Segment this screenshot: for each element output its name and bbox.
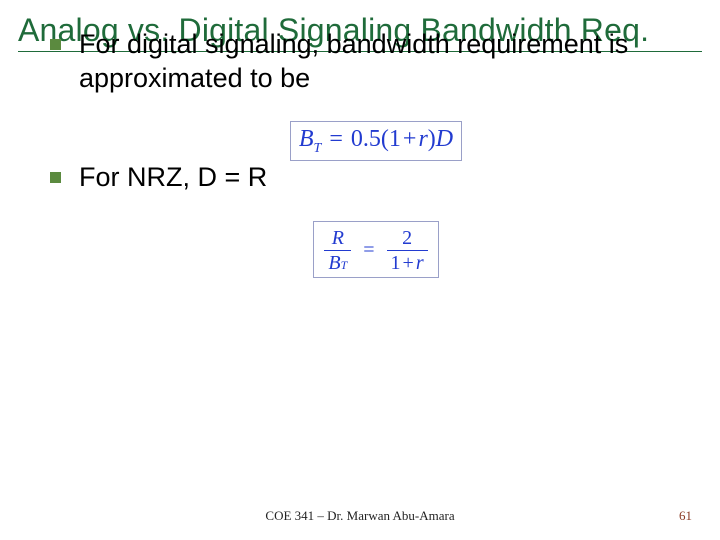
- bullet-icon: [50, 172, 61, 183]
- bullet-item: For digital signaling, bandwidth require…: [50, 28, 702, 96]
- f2-left-den-sub: T: [341, 258, 348, 272]
- f1-lhs-sub: T: [314, 141, 322, 156]
- f2-right-den-tail: r: [416, 252, 424, 274]
- page-number: 61: [679, 508, 692, 524]
- slide-footer: COE 341 – Dr. Marwan Abu-Amara: [0, 508, 720, 524]
- bullet-item: For NRZ, D = R: [50, 161, 702, 195]
- slide-content: For digital signaling, bandwidth require…: [18, 28, 702, 278]
- f1-rhs-close: ): [428, 126, 436, 152]
- fraction-left: R BT: [324, 228, 351, 273]
- f2-left-num: R: [324, 228, 351, 250]
- formula-bt: BT = 0.5(1+r)D: [290, 121, 462, 161]
- formula-block-2: R BT = 2 1+r: [50, 221, 702, 278]
- formula-ratio: R BT = 2 1+r: [313, 221, 438, 278]
- fraction-right: 2 1+r: [387, 228, 428, 273]
- plus-sign: +: [401, 252, 416, 274]
- f2-left-den: BT: [324, 250, 351, 273]
- equals-sign: =: [327, 126, 345, 152]
- f2-right-den: 1+r: [387, 250, 428, 273]
- bullet-text: For digital signaling, bandwidth require…: [79, 28, 702, 96]
- f2-right-num: 2: [387, 228, 428, 250]
- f1-rhs-mid: r: [418, 126, 427, 152]
- slide: Analog vs. Digital Signaling Bandwidth R…: [0, 0, 720, 540]
- f1-lhs-var: B: [299, 126, 314, 152]
- plus-sign: +: [401, 126, 419, 152]
- f1-rhs-prefix: 0.5(1: [351, 126, 401, 152]
- f1-rhs-tail: D: [436, 126, 453, 152]
- f2-left-den-var: B: [328, 252, 340, 274]
- bullet-text: For NRZ, D = R: [79, 161, 267, 195]
- formula-block-1: BT = 0.5(1+r)D: [50, 121, 702, 161]
- bullet-icon: [50, 39, 61, 50]
- f2-right-den-prefix: 1: [391, 252, 401, 274]
- equals-sign: =: [355, 239, 382, 261]
